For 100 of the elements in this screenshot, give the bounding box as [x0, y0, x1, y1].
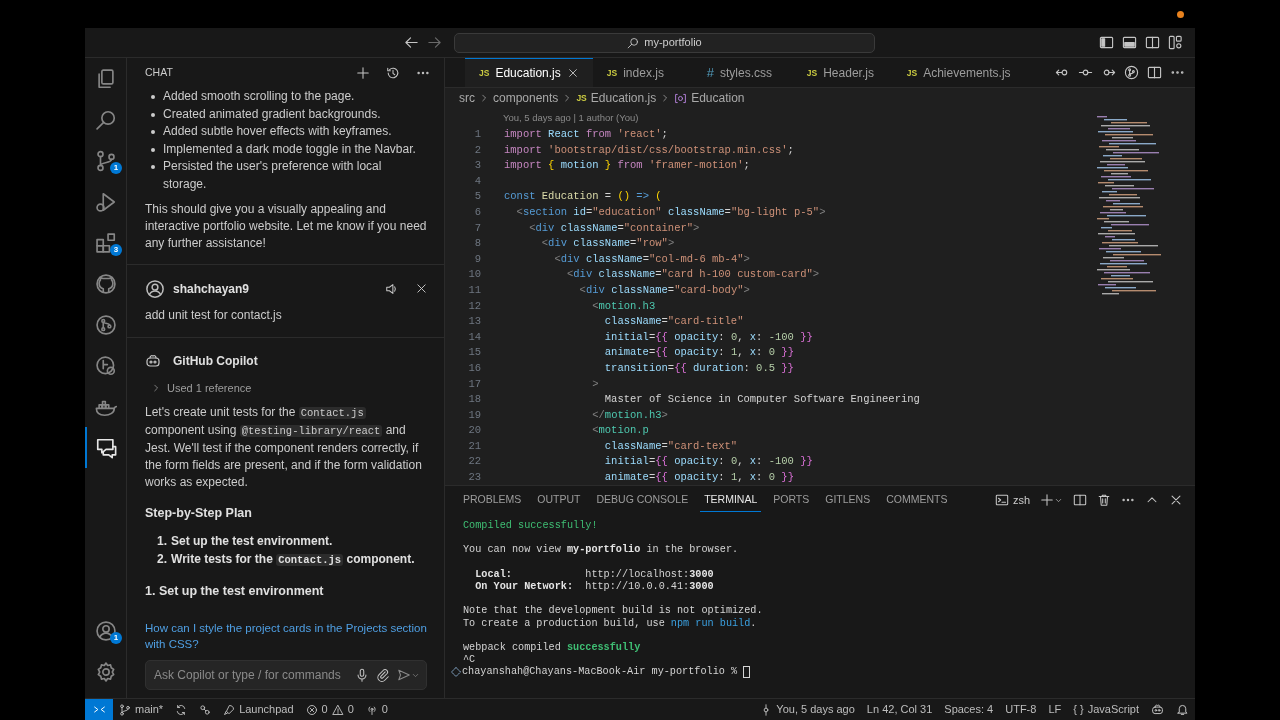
line-number: 16 — [467, 360, 481, 376]
recording-dot-icon — [1177, 10, 1184, 18]
panel-tab[interactable]: PROBLEMS — [459, 487, 526, 513]
encoding-button[interactable]: UTF-8 — [999, 699, 1043, 720]
paperclip-icon[interactable] — [376, 668, 390, 682]
chat-paragraph: This should give you a visually appealing and interactive portfolio website. Let me know if you need any further assistance! — [145, 201, 428, 252]
suggestion-link[interactable]: How can I style the project cards in the Projects section with CSS? — [127, 620, 444, 652]
editor-tab[interactable]: JS Header.js — [792, 58, 893, 87]
back-arrow-icon[interactable] — [404, 35, 419, 50]
indentation-button[interactable]: Spaces: 4 — [938, 699, 1000, 720]
code-line: transition={{ duration: 0.5 }} — [603, 360, 794, 376]
code-line: </motion.h3> — [591, 407, 668, 423]
breadcrumb-item[interactable]: Education — [674, 89, 745, 107]
line-number: 15 — [467, 345, 481, 361]
branch-button[interactable]: main* — [113, 699, 170, 720]
editor-tab[interactable]: JS Achievements.js — [892, 58, 1025, 87]
line-number: 23 — [467, 470, 481, 485]
reference-toggle[interactable]: Used 1 reference — [145, 379, 252, 396]
warning-icon — [331, 703, 344, 716]
search-field[interactable]: my-portfolio — [454, 32, 875, 53]
split-terminal-icon[interactable] — [1073, 493, 1087, 507]
terminal-selector[interactable]: zsh — [994, 491, 1030, 509]
speaker-icon[interactable] — [385, 282, 399, 296]
close-icon[interactable] — [415, 282, 428, 295]
list-item-text: Added subtle hover effects with keyframes. — [163, 123, 392, 140]
line-number: 8 — [473, 236, 481, 252]
send-icon[interactable] — [397, 668, 411, 682]
trash-icon[interactable] — [1097, 493, 1111, 507]
panel-tab[interactable]: GITLENS — [821, 487, 875, 513]
copilot-icon — [145, 352, 161, 369]
ports-button[interactable]: 0 — [359, 699, 394, 720]
breadcrumb-item[interactable]: src — [459, 89, 475, 107]
search-icon[interactable] — [94, 108, 117, 131]
source-control-icon[interactable] — [94, 149, 117, 172]
code-line: <div className="container"> — [528, 220, 700, 236]
count-badge: 1 — [110, 162, 122, 174]
breadcrumb-item[interactable]: JS Education.js — [576, 89, 657, 107]
list-item-text: Created animated gradient backgrounds. — [163, 105, 381, 123]
panel-tab[interactable]: PORTS — [769, 487, 814, 513]
chat-input[interactable]: Ask Copilot or type / for commands — [152, 665, 348, 685]
split-editor-icon[interactable] — [1147, 65, 1162, 80]
command-decoration-icon[interactable] — [450, 666, 462, 679]
list-item-text: Set up the test environment. — [171, 532, 333, 550]
panel-tab[interactable]: OUTPUT — [533, 487, 585, 513]
list-number: 2. — [157, 550, 167, 568]
line-number: 21 — [467, 438, 481, 454]
editor-tab[interactable]: JS Education.js — [465, 58, 593, 87]
plus-icon[interactable] — [1040, 493, 1054, 507]
cursor-icon — [743, 666, 751, 679]
code-line: className="card-title" — [603, 314, 744, 330]
editor-tab[interactable]: JS index.js — [592, 58, 693, 87]
code-line: <div className="card h-100 custom-card"> — [566, 267, 820, 283]
sidebar-toggle-icon[interactable] — [1099, 35, 1114, 50]
problems-button[interactable]: 0 0 — [299, 699, 360, 720]
panel-tab[interactable]: DEBUG CONSOLE — [592, 487, 693, 513]
code-line: initial={{ opacity: 0, x: -100 }} — [603, 329, 813, 345]
editor-tab[interactable]: # styles.css — [692, 58, 793, 87]
line-number: 1 — [473, 127, 481, 142]
split-layout-icon[interactable] — [1145, 35, 1160, 50]
terminal-icon — [994, 493, 1009, 507]
microphone-icon[interactable] — [355, 668, 369, 682]
rocket-icon — [223, 703, 236, 716]
assistant-name: GitHub Copilot — [173, 352, 258, 370]
code-line: const Education = () => ( — [504, 189, 662, 205]
broadcast-icon — [365, 703, 378, 716]
github-icon[interactable] — [94, 272, 117, 295]
chat-icon[interactable] — [94, 436, 117, 459]
close-icon[interactable] — [1169, 493, 1183, 507]
bullet-icon — [151, 147, 155, 152]
history-icon[interactable] — [386, 66, 400, 80]
extensions-icon[interactable] — [94, 231, 117, 254]
git-graph-icon[interactable] — [1124, 65, 1139, 80]
close-icon[interactable] — [566, 67, 579, 79]
terminal-line: ^C — [463, 654, 477, 666]
line-number: 11 — [467, 282, 481, 298]
forward-arrow-icon[interactable] — [427, 35, 442, 50]
line-number: 12 — [467, 298, 481, 314]
remote-icon — [92, 703, 106, 716]
terminal-line: Compiled successfully! — [463, 520, 599, 533]
bullet-icon — [151, 95, 155, 99]
user-message: add unit test for contact.js — [145, 307, 283, 324]
line-number: 14 — [467, 329, 481, 345]
bullet-icon — [151, 165, 155, 169]
breadcrumb-item[interactable]: components — [493, 89, 559, 107]
git-graph-icon[interactable] — [94, 313, 117, 336]
git-inspect-icon[interactable] — [94, 354, 117, 377]
cursor-position-button[interactable]: Ln 42, Col 31 — [860, 699, 939, 720]
blame-button[interactable]: You, 5 days ago — [754, 699, 861, 720]
customize-layout-icon[interactable] — [1168, 35, 1183, 50]
language-button[interactable]: { } JavaScript — [1067, 699, 1145, 720]
panel-toggle-icon[interactable] — [1122, 35, 1137, 50]
chat-input-box[interactable]: Ask Copilot or type / for commands — [145, 660, 427, 690]
panel-tab[interactable]: TERMINAL — [700, 487, 762, 513]
line-ending-button[interactable]: LF — [1042, 699, 1068, 720]
run-debug-icon[interactable] — [94, 190, 117, 213]
code-line: Master of Science in Computer Software Engineering — [603, 392, 920, 408]
account-icon[interactable] — [94, 619, 117, 642]
launchpad-button[interactable]: Launchpad — [217, 699, 300, 720]
panel-tab[interactable]: COMMENTS — [882, 487, 952, 513]
new-chat-icon[interactable] — [356, 66, 370, 80]
